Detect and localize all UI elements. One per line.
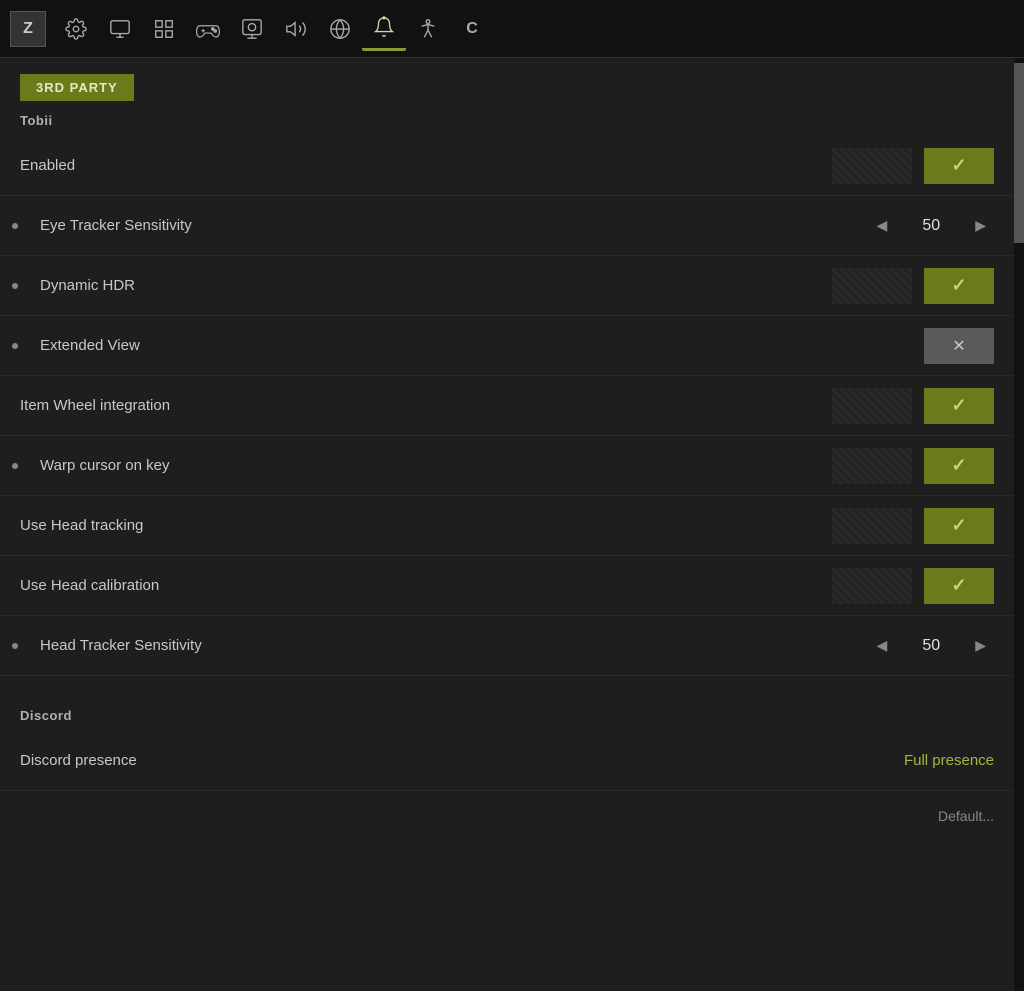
warp-cursor-toggle[interactable]	[924, 448, 994, 484]
warp-cursor-hatch	[832, 448, 912, 484]
discord-partial-value: Default...	[938, 808, 994, 824]
eye-tracker-value: 50	[911, 217, 951, 235]
display-nav-icon[interactable]	[98, 7, 142, 51]
enabled-toggle[interactable]	[924, 148, 994, 184]
eye-tracker-sensitivity-label: Eye Tracker Sensitivity	[40, 217, 868, 234]
extended-view-control	[924, 328, 994, 364]
speaker-nav-icon[interactable]	[274, 7, 318, 51]
discord-presence-value: Full presence	[904, 752, 994, 769]
item-wheel-row: Item Wheel integration	[0, 376, 1014, 436]
head-calibration-control	[832, 568, 994, 604]
discord-presence-row: Discord presence Full presence	[0, 731, 1014, 791]
eye-tracker-sensitivity-row: Eye Tracker Sensitivity ◀ 50 ▶	[0, 196, 1014, 256]
item-wheel-control	[832, 388, 994, 424]
item-wheel-hatch	[832, 388, 912, 424]
c-nav-icon[interactable]: C	[450, 7, 494, 51]
discord-section-header: Discord	[0, 696, 1014, 731]
head-calibration-hatch	[832, 568, 912, 604]
accessibility-nav-icon[interactable]	[406, 7, 450, 51]
head-calibration-row: Use Head calibration	[0, 556, 1014, 616]
settings-panel[interactable]: 3rd PARTY Tobii Enabled Eye Tracker Sens…	[0, 58, 1014, 991]
head-tracker-sensitivity-label: Head Tracker Sensitivity	[40, 637, 868, 654]
z-button[interactable]: Z	[10, 11, 46, 47]
head-tracker-decrement[interactable]: ◀	[868, 633, 895, 658]
c-icon-label: C	[466, 20, 478, 38]
head-tracker-increment[interactable]: ▶	[967, 633, 994, 658]
globe-nav-icon[interactable]	[318, 7, 362, 51]
main-content: 3rd PARTY Tobii Enabled Eye Tracker Sens…	[0, 58, 1024, 991]
enabled-control	[832, 148, 994, 184]
discord-presence-label: Discord presence	[20, 752, 904, 769]
warp-cursor-row: Warp cursor on key	[0, 436, 1014, 496]
item-wheel-toggle[interactable]	[924, 388, 994, 424]
head-tracker-stepper: ◀ 50 ▶	[868, 633, 994, 658]
enabled-label: Enabled	[20, 157, 832, 174]
extended-view-row: Extended View	[0, 316, 1014, 376]
monitor-nav-icon[interactable]	[230, 7, 274, 51]
spacer	[0, 676, 1014, 696]
extended-view-dot	[12, 343, 18, 349]
head-tracking-label: Use Head tracking	[20, 517, 832, 534]
enabled-row: Enabled	[0, 136, 1014, 196]
warp-cursor-dot	[12, 463, 18, 469]
gamepad-nav-icon[interactable]	[186, 7, 230, 51]
scrollbar-thumb[interactable]	[1014, 63, 1024, 243]
dynamic-hdr-hatch	[832, 268, 912, 304]
bell-nav-icon[interactable]	[362, 7, 406, 51]
item-wheel-label: Item Wheel integration	[20, 397, 832, 414]
warp-cursor-control	[832, 448, 994, 484]
eye-tracker-decrement[interactable]: ◀	[868, 213, 895, 238]
top-nav: Z	[0, 0, 1024, 58]
enabled-hatch	[832, 148, 912, 184]
gear-nav-icon[interactable]	[54, 7, 98, 51]
grid-nav-icon[interactable]	[142, 7, 186, 51]
head-tracking-hatch	[832, 508, 912, 544]
scrollbar-track[interactable]	[1014, 58, 1024, 991]
head-tracking-control	[832, 508, 994, 544]
head-tracking-toggle[interactable]	[924, 508, 994, 544]
extended-view-toggle[interactable]	[924, 328, 994, 364]
tobii-section-header: Tobii	[0, 101, 1014, 136]
head-tracker-value: 50	[911, 637, 951, 655]
discord-partial-row: Default...	[0, 791, 1014, 841]
eye-tracker-dot	[12, 223, 18, 229]
dynamic-hdr-row: Dynamic HDR	[0, 256, 1014, 316]
party-section-tab: 3rd PARTY	[20, 74, 134, 101]
dynamic-hdr-toggle[interactable]	[924, 268, 994, 304]
eye-tracker-stepper: ◀ 50 ▶	[868, 213, 994, 238]
dynamic-hdr-label: Dynamic HDR	[40, 277, 832, 294]
head-tracking-row: Use Head tracking	[0, 496, 1014, 556]
dynamic-hdr-control	[832, 268, 994, 304]
warp-cursor-label: Warp cursor on key	[40, 457, 832, 474]
extended-view-label: Extended View	[40, 337, 924, 354]
head-calibration-toggle[interactable]	[924, 568, 994, 604]
head-calibration-label: Use Head calibration	[20, 577, 832, 594]
eye-tracker-increment[interactable]: ▶	[967, 213, 994, 238]
dynamic-hdr-dot	[12, 283, 18, 289]
head-tracker-sensitivity-row: Head Tracker Sensitivity ◀ 50 ▶	[0, 616, 1014, 676]
head-tracker-dot	[12, 643, 18, 649]
